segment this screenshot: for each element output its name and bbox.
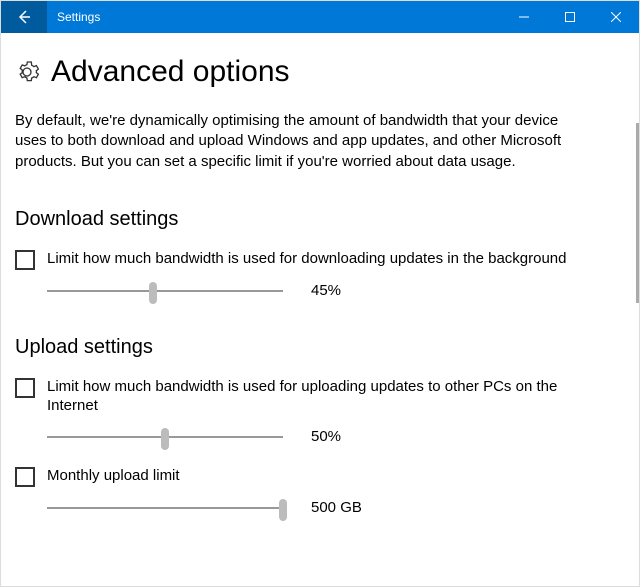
- maximize-button[interactable]: [547, 1, 593, 33]
- download-slider-value: 45%: [311, 282, 341, 299]
- upload-slider-value: 50%: [311, 428, 341, 445]
- title-bar: Settings: [1, 1, 639, 33]
- download-limit-row: Limit how much bandwidth is used for dow…: [15, 249, 625, 270]
- page-header: Advanced options: [15, 55, 625, 89]
- download-slider-row: 45%: [15, 280, 625, 302]
- download-limit-checkbox[interactable]: [15, 250, 35, 270]
- upload-bandwidth-slider[interactable]: [47, 426, 283, 448]
- slider-thumb[interactable]: [161, 428, 169, 450]
- scrollbar[interactable]: [636, 123, 639, 303]
- monthly-slider-value: 500 GB: [311, 499, 362, 516]
- window-title: Settings: [47, 1, 110, 33]
- gear-icon: [15, 60, 39, 84]
- download-section: Download settings Limit how much bandwid…: [15, 208, 625, 302]
- close-icon: [611, 12, 621, 22]
- page-title: Advanced options: [51, 55, 290, 89]
- monthly-slider-row: 500 GB: [15, 497, 625, 519]
- arrow-left-icon: [16, 9, 32, 25]
- monthly-limit-checkbox[interactable]: [15, 467, 35, 487]
- slider-thumb[interactable]: [149, 282, 157, 304]
- content-area: Advanced options By default, we're dynam…: [1, 33, 639, 586]
- download-limit-label[interactable]: Limit how much bandwidth is used for dow…: [47, 249, 567, 269]
- page-description: By default, we're dynamically optimising…: [15, 111, 575, 172]
- maximize-icon: [565, 12, 575, 22]
- slider-track: [47, 507, 283, 509]
- slider-thumb[interactable]: [279, 499, 287, 521]
- upload-section-title: Upload settings: [15, 336, 625, 359]
- download-bandwidth-slider[interactable]: [47, 280, 283, 302]
- back-button[interactable]: [1, 1, 47, 33]
- monthly-limit-label[interactable]: Monthly upload limit: [47, 466, 180, 486]
- minimize-button[interactable]: [501, 1, 547, 33]
- minimize-icon: [519, 12, 529, 22]
- monthly-upload-slider[interactable]: [47, 497, 283, 519]
- download-section-title: Download settings: [15, 208, 625, 231]
- slider-track: [47, 290, 283, 292]
- upload-limit-label[interactable]: Limit how much bandwidth is used for upl…: [47, 377, 607, 416]
- upload-limit-checkbox[interactable]: [15, 378, 35, 398]
- upload-slider-row: 50%: [15, 426, 625, 448]
- upload-section: Upload settings Limit how much bandwidth…: [15, 336, 625, 519]
- monthly-limit-row: Monthly upload limit: [15, 466, 625, 487]
- upload-limit-row: Limit how much bandwidth is used for upl…: [15, 377, 625, 416]
- close-button[interactable]: [593, 1, 639, 33]
